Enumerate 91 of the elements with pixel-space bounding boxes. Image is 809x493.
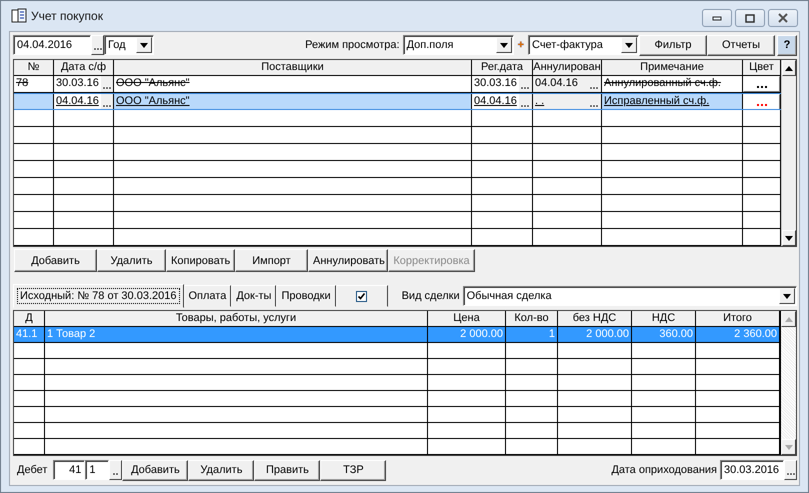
scroll-up-icon: [784, 316, 792, 322]
document-type-dropdown[interactable]: Счет-фактура: [528, 35, 639, 55]
reports-button[interactable]: Отчеты: [707, 34, 775, 56]
plus-sign: +: [518, 39, 524, 51]
view-mode-label: Режим просмотра:: [305, 39, 400, 51]
action-button[interactable]: Аннулировать: [308, 249, 388, 272]
scroll-down-icon: [784, 444, 792, 450]
filter-button[interactable]: Фильтр: [639, 34, 707, 56]
column-header[interactable]: Кол-во: [506, 311, 558, 326]
ellipsis-icon: [112, 472, 119, 475]
column-header[interactable]: №: [14, 60, 54, 75]
scrollbar[interactable]: [780, 311, 796, 455]
ellipsis-icon: [521, 86, 530, 89]
dropdown-arrow-icon: [140, 42, 148, 48]
account-field[interactable]: 41: [53, 460, 86, 480]
footer-button[interactable]: Удалить: [188, 460, 254, 480]
deal-type-dropdown[interactable]: Обычная сделка: [462, 286, 797, 306]
dropdown-arrow-icon: [625, 42, 633, 48]
table-cell: 2 000.00: [558, 327, 632, 342]
tab[interactable]: Исходный: № 78 от 30.03.2016: [13, 284, 184, 308]
receipt-date-field[interactable]: 30.03.2016: [720, 460, 784, 480]
table-cell: 04.04.16: [54, 94, 101, 109]
column-header[interactable]: без НДС: [558, 311, 632, 326]
picker-button[interactable]: [100, 76, 113, 92]
view-mode-dropdown[interactable]: Доп.поля: [402, 35, 514, 55]
tab[interactable]: Оплата: [184, 285, 232, 307]
action-button[interactable]: Удалить: [97, 249, 166, 272]
column-header[interactable]: Поставщики: [114, 60, 472, 75]
picker-button[interactable]: [518, 94, 532, 109]
ledger-icon: [11, 8, 27, 24]
date-field[interactable]: 04.04.2016: [13, 35, 91, 55]
close-icon: [777, 13, 789, 23]
period-dropdown[interactable]: Год: [104, 35, 154, 55]
picker-button[interactable]: [100, 94, 113, 109]
table-cell: 04.04.16: [472, 94, 519, 109]
dropdown-arrow-icon: [500, 42, 508, 48]
action-button[interactable]: Копировать: [166, 249, 235, 272]
column-header[interactable]: Рег.дата: [472, 60, 533, 75]
column-header[interactable]: НДС: [632, 311, 696, 326]
table-cell: 1 Товар 2: [45, 327, 428, 342]
ellipsis-icon: [590, 86, 598, 89]
maximize-button[interactable]: [735, 9, 765, 27]
scroll-down-icon: [785, 236, 793, 240]
tab[interactable]: Док-ты: [231, 285, 276, 307]
action-button[interactable]: Импорт: [235, 249, 308, 272]
table-cell: 2 000.00: [428, 327, 506, 342]
minimize-button[interactable]: [702, 9, 732, 27]
minimize-icon: [712, 15, 722, 21]
ellipsis-icon: [590, 104, 598, 107]
table-cell: 360.00: [632, 327, 696, 342]
column-header[interactable]: Примечание: [602, 60, 743, 75]
window-title: Учет покупок: [31, 9, 103, 23]
picker-button[interactable]: [587, 76, 601, 92]
column-header[interactable]: Аннулирован: [533, 60, 602, 75]
debit-label: Дебет: [17, 464, 48, 476]
table-cell: . .: [533, 94, 587, 109]
table-cell: ООО "Альянс": [114, 94, 472, 109]
date-picker-button[interactable]: [784, 460, 797, 480]
color-picker-button[interactable]: [743, 94, 780, 109]
scroll-up-icon: [785, 66, 793, 70]
ellipsis-icon: [94, 47, 102, 50]
column-header[interactable]: Дата с/ф: [54, 60, 114, 75]
column-header[interactable]: Цена: [428, 311, 506, 326]
close-button[interactable]: [768, 9, 798, 27]
ellipsis-icon: [786, 472, 794, 475]
deal-type-label: Вид сделки: [402, 290, 460, 302]
help-button[interactable]: ?: [777, 34, 797, 56]
picker-button[interactable]: [518, 76, 532, 92]
tab[interactable]: [336, 285, 388, 307]
column-header[interactable]: Д: [14, 311, 45, 326]
account-picker-button[interactable]: [109, 460, 122, 480]
subaccount-field[interactable]: 1: [85, 460, 110, 480]
table-cell: 04.04.16: [533, 76, 587, 92]
maximize-icon: [745, 14, 755, 22]
date-picker-button[interactable]: [91, 35, 104, 55]
ellipsis-icon: [102, 86, 111, 89]
color-picker-button[interactable]: [743, 76, 780, 92]
picker-button[interactable]: [587, 94, 601, 109]
action-button[interactable]: Добавить: [14, 249, 97, 272]
tab[interactable]: Проводки: [276, 285, 336, 307]
footer-button[interactable]: Добавить: [122, 460, 188, 480]
table-cell: 41.1: [14, 327, 45, 342]
column-header[interactable]: Товары, работы, услуги: [45, 311, 428, 326]
ellipsis-icon: [521, 104, 530, 107]
table-cell: Исправленный сч.ф.: [602, 94, 743, 109]
receipt-date-label: Дата оприходования: [611, 464, 717, 476]
dropdown-arrow-icon: [783, 294, 791, 298]
footer-button[interactable]: ТЗР: [320, 460, 386, 480]
footer-button[interactable]: Править: [254, 460, 320, 480]
ellipsis-icon: [102, 104, 111, 107]
table-cell: 1: [506, 327, 558, 342]
